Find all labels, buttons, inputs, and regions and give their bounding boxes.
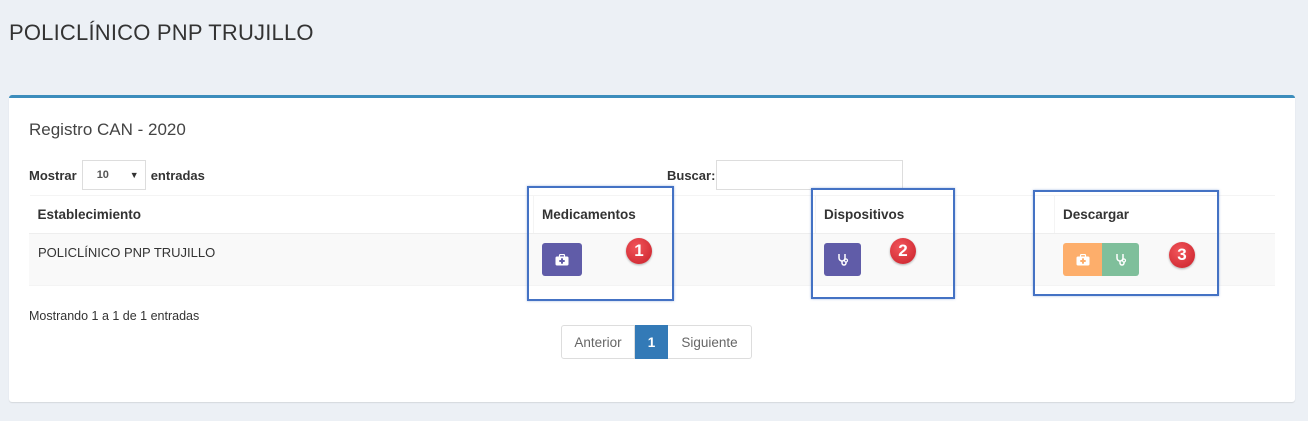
annotation-box-descargar bbox=[1033, 190, 1219, 296]
length-value: 10 bbox=[96, 169, 109, 181]
pagination-page-1[interactable]: 1 bbox=[635, 325, 668, 359]
box-title: Registro CAN - 2020 bbox=[29, 120, 186, 139]
search-label: Buscar: bbox=[667, 167, 716, 183]
length-prefix: Mostrar bbox=[29, 167, 77, 183]
chevron-down-icon: ▼ bbox=[129, 170, 139, 180]
header-establecimiento[interactable]: Establecimiento bbox=[29, 195, 534, 234]
annotation-box-medicamentos bbox=[527, 186, 674, 301]
page-title: POLICLÍNICO PNP TRUJILLO bbox=[9, 20, 314, 45]
annotation-box-dispositivos bbox=[811, 188, 955, 299]
table-info: Mostrando 1 a 1 de 1 entradas bbox=[29, 309, 200, 323]
length-select[interactable]: 10 ▼ bbox=[81, 160, 146, 190]
length-control: Mostrar 10 ▼ entradas bbox=[29, 160, 205, 190]
annotation-badge-3: 3 bbox=[1169, 242, 1195, 268]
cell-establecimiento: POLICLÍNICO PNP TRUJILLO bbox=[29, 233, 534, 286]
annotation-badge-1: 1 bbox=[626, 238, 652, 264]
length-suffix: entradas bbox=[150, 167, 205, 183]
pagination-prev[interactable]: Anterior bbox=[561, 325, 635, 359]
search-input[interactable] bbox=[716, 160, 904, 190]
pagination-next[interactable]: Siguiente bbox=[668, 325, 752, 359]
annotation-badge-2: 2 bbox=[890, 238, 916, 264]
pagination: Anterior 1 Siguiente bbox=[561, 325, 752, 359]
search-control: Buscar: bbox=[667, 160, 904, 190]
